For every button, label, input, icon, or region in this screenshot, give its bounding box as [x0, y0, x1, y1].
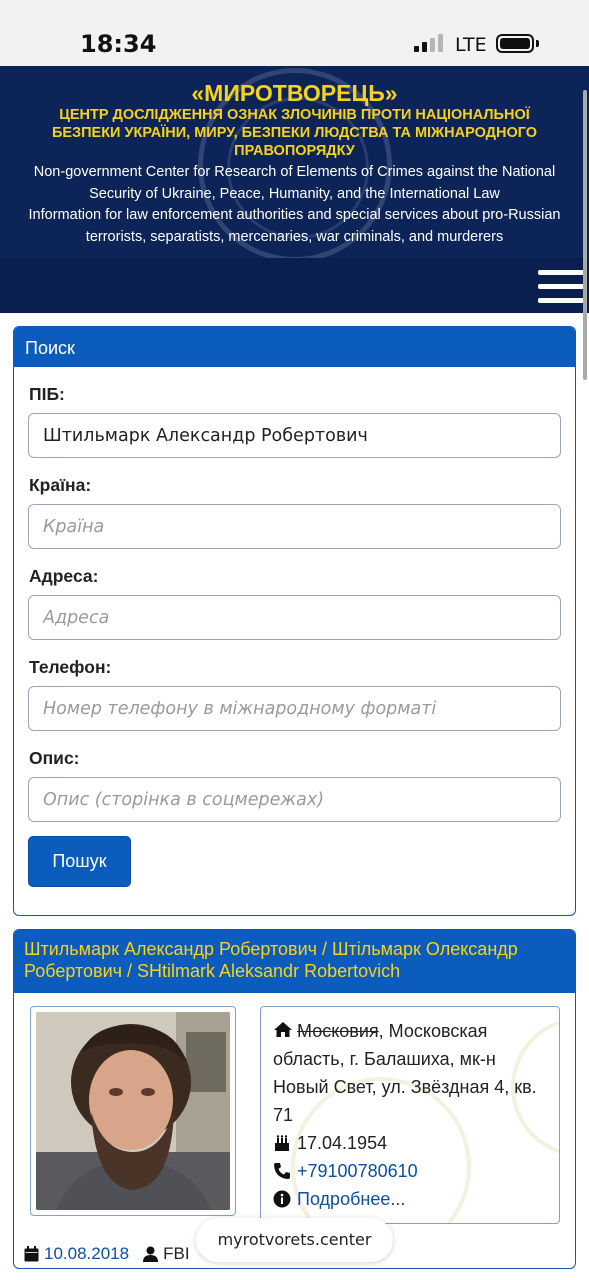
result-header: Штильмарк Александр Робертович / Штільма… — [14, 930, 575, 993]
phone-link[interactable]: +79100780610 — [297, 1157, 418, 1185]
calendar-icon — [24, 1246, 39, 1262]
person-photo-frame[interactable] — [30, 1006, 236, 1216]
signal-icon — [414, 34, 444, 52]
network-type: LTE — [455, 34, 487, 56]
search-panel-header: Поиск — [14, 327, 575, 367]
info-box: Московия, Московская область, г. Балаших… — [260, 1006, 560, 1224]
status-time: 18:34 — [80, 30, 157, 58]
name-label: ПІБ: — [29, 384, 65, 404]
site-title: «МИРОТВОРЕЦЬ» — [191, 80, 398, 106]
address-input[interactable] — [28, 595, 561, 640]
scrollbar[interactable] — [583, 90, 587, 380]
result-name-link[interactable]: Штильмарк Александр Робертович / Штільма… — [24, 938, 565, 982]
phone-input[interactable] — [28, 686, 561, 731]
address-struck: Московия — [297, 1021, 379, 1041]
url-bar[interactable]: myrotvorets.center — [196, 1218, 393, 1262]
site-banner: «МИРОТВОРЕЦЬ» ЦЕНТР ДОСЛІДЖЕННЯ ОЗНАК ЗЛ… — [0, 66, 589, 313]
banner-strip — [0, 258, 589, 313]
menu-icon[interactable] — [538, 270, 584, 304]
person-photo[interactable] — [36, 1012, 230, 1210]
more-details-link[interactable]: Подробнее... — [297, 1185, 405, 1213]
battery-nub — [536, 40, 539, 47]
site-subtitle: ЦЕНТР ДОСЛІДЖЕННЯ ОЗНАК ЗЛОЧИНІВ ПРОТИ Н… — [51, 107, 538, 159]
country-input[interactable] — [28, 504, 561, 549]
result-footer: 10.08.2018 FBI — [24, 1244, 190, 1264]
description-label: Опис: — [29, 748, 80, 768]
description-input[interactable] — [28, 777, 561, 822]
user-icon — [143, 1246, 159, 1262]
description-line-2: Information for law enforcement authorit… — [28, 207, 561, 245]
address-label: Адреса: — [29, 566, 99, 586]
country-label: Країна: — [29, 475, 92, 495]
birthday-cake-icon — [275, 1135, 289, 1151]
date-added: 10.08.2018 — [44, 1244, 130, 1263]
search-panel: Поиск ПІБ: Країна: Адреса: Телефон: Опис… — [13, 326, 576, 916]
birthdate-row: 17.04.1954 — [273, 1129, 547, 1157]
phone-icon — [274, 1163, 290, 1179]
more-row: Подробнее... — [273, 1185, 547, 1213]
phone-row: +79100780610 — [273, 1157, 547, 1185]
birthdate: 17.04.1954 — [297, 1133, 388, 1153]
name-input[interactable] — [28, 413, 561, 458]
source: FBI — [163, 1244, 190, 1263]
status-bar: 18:34 LTE — [0, 0, 589, 66]
site-description: Non-government Center for Research of El… — [14, 162, 575, 248]
info-icon — [273, 1190, 291, 1208]
description-line-1: Non-government Center for Research of El… — [33, 164, 556, 202]
phone-label: Телефон: — [29, 657, 112, 677]
address-text: Московия, Московская область, г. Балаших… — [273, 1017, 547, 1129]
home-icon — [274, 1022, 292, 1037]
battery-icon — [496, 34, 534, 53]
search-button[interactable]: Пошук — [28, 836, 131, 887]
